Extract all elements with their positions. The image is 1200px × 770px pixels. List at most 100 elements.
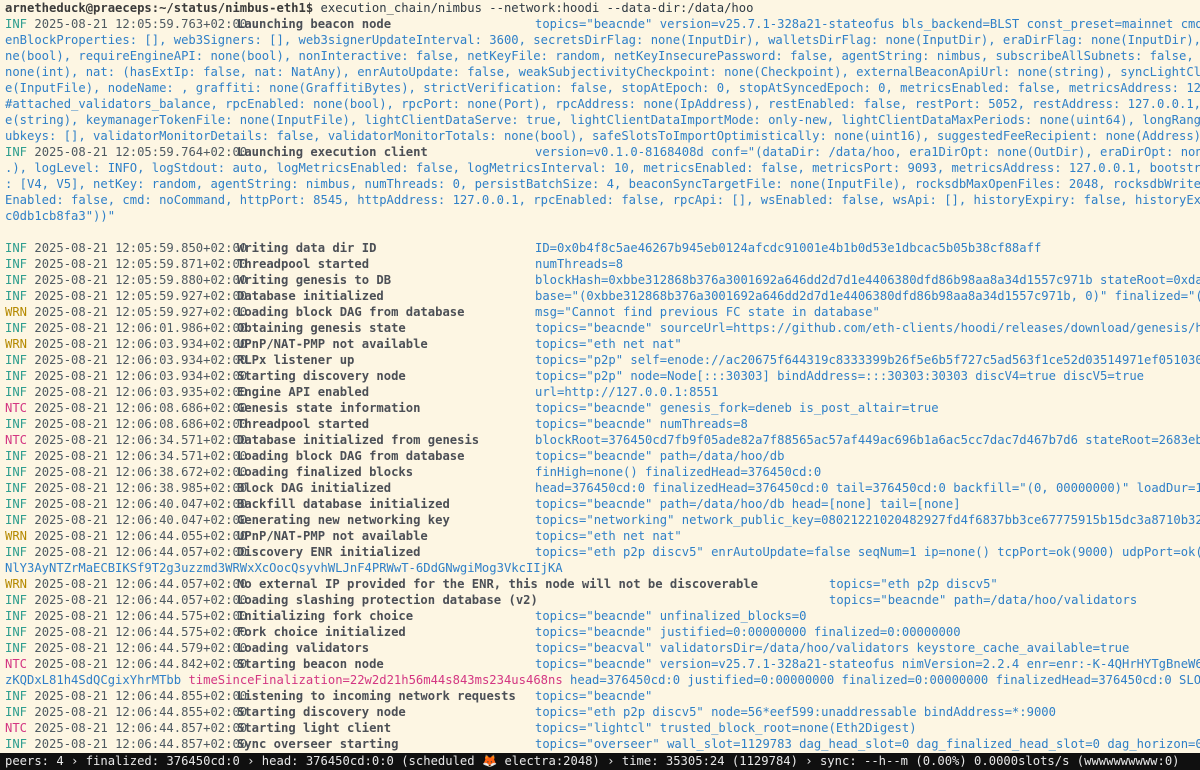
log-fields: msg="Cannot find previous FC state in da… <box>535 305 880 319</box>
log-line: INF 2025-08-21 12:05:59.880+02:00 Writing… <box>5 272 1200 288</box>
log-line: INF 2025-08-21 12:06:03.935+02:00 Engine … <box>5 384 1200 400</box>
log-level: INF <box>5 593 28 607</box>
log-message: Discovery ENR initialized <box>237 545 421 559</box>
log-message: No external IP provided for the ENR, thi… <box>237 577 758 591</box>
log-message: Initializing fork choice <box>237 609 414 623</box>
log-level: INF <box>5 353 28 367</box>
log-timestamp: 2025-08-21 12:06:34.571+02:00 <box>34 433 248 447</box>
log-level: INF <box>5 289 28 303</box>
log-level: INF <box>5 241 28 255</box>
log-fields: topics="p2p" self=enode://ac20675f644319… <box>535 353 1200 367</box>
log-fields: topics="overseer" wall_slot=1129783 dag_… <box>535 737 1200 751</box>
log-timestamp: 2025-08-21 12:06:40.047+02:00 <box>34 513 248 527</box>
log-message: Database initialized from genesis <box>237 433 480 447</box>
log-timestamp: 2025-08-21 12:06:03.934+02:00 <box>34 353 248 367</box>
log-continuation-line: Enabled: false, cmd: noCommand, httpPort… <box>5 193 1200 207</box>
log-message: Writing genesis to DB <box>237 273 392 287</box>
log-timestamp: 2025-08-21 12:06:38.672+02:00 <box>34 465 248 479</box>
log-fields: topics="beacnde" sourceUrl=https://githu… <box>535 321 1200 335</box>
log-line: INF 2025-08-21 12:05:59.764+02:00 Launchi… <box>5 144 1200 160</box>
log-line: INF 2025-08-21 12:06:03.934+02:00 Startin… <box>5 368 1200 384</box>
status-bar: peers: 4 › finalized: 376450cd:0 › head:… <box>0 753 1200 770</box>
log-timestamp: 2025-08-21 12:05:59.927+02:00 <box>34 305 248 319</box>
log-line: INF 2025-08-21 12:06:40.047+02:00 Backfil… <box>5 496 1200 512</box>
log-level: WRN <box>5 337 28 351</box>
log-level: INF <box>5 321 28 335</box>
log-message: Genesis state information <box>237 401 421 415</box>
log-fields: blockRoot=376450cd7fb9f05ade82a7f88565ac… <box>535 433 1200 447</box>
log-line: WRN 2025-08-21 12:06:44.057+02:00 No exte… <box>5 576 1200 592</box>
log-message: Starting light client <box>237 721 392 735</box>
log-message: Loading block DAG from database <box>237 305 465 319</box>
log-level: NTC <box>5 401 28 415</box>
log-line: INF 2025-08-21 12:05:59.850+02:00 Writing… <box>5 240 1200 256</box>
log-level: INF <box>5 369 28 383</box>
log-level: INF <box>5 689 28 703</box>
log-message: Writing data dir ID <box>237 241 377 255</box>
log-message: Starting discovery node <box>237 369 406 383</box>
log-message: Starting beacon node <box>237 657 384 671</box>
log-line: WRN 2025-08-21 12:05:59.927+02:00 Loading… <box>5 304 1200 320</box>
log-fields: topics="beacnde" <box>535 689 653 703</box>
log-level: INF <box>5 145 28 159</box>
log-timestamp: 2025-08-21 12:06:01.986+02:00 <box>34 321 248 335</box>
log-line: INF 2025-08-21 12:06:08.686+02:00 Threadp… <box>5 416 1200 432</box>
log-timestamp: 2025-08-21 12:06:44.857+02:00 <box>34 737 248 751</box>
log-level: INF <box>5 513 28 527</box>
log-message: RLPx listener up <box>237 353 355 367</box>
log-message: Fork choice initialized <box>237 625 406 639</box>
log-message: UPnP/NAT-PMP not available <box>237 529 428 543</box>
log-timestamp: 2025-08-21 12:06:44.057+02:00 <box>34 593 248 607</box>
log-fields: numThreads=8 <box>535 257 624 271</box>
log-level: NTC <box>5 657 28 671</box>
log-line: INF 2025-08-21 12:05:59.763+02:00 Launchi… <box>5 16 1200 32</box>
log-fields: topics="eth net nat" <box>535 337 682 351</box>
log-message: Threadpool started <box>237 417 370 431</box>
log-message: Generating new networking key <box>237 513 450 527</box>
log-fields: topics="eth p2p discv5" <box>829 577 998 591</box>
log-continuation-line: .), logLevel: INFO, logStdout: auto, log… <box>5 161 1200 175</box>
log-fields: topics="beacnde" genesis_fork=deneb is_p… <box>535 401 939 415</box>
log-fields: topics="beacnde" path=/data/hoo/db head=… <box>535 497 961 511</box>
log-fields: topics="beacnde" version=v25.7.1-328a21-… <box>535 657 1200 671</box>
log-line: WRN 2025-08-21 12:06:44.055+02:00 UPnP/NA… <box>5 528 1200 544</box>
log-timestamp: 2025-08-21 12:06:44.855+02:00 <box>34 689 248 703</box>
log-level: INF <box>5 545 28 559</box>
log-message: Starting discovery node <box>237 705 406 719</box>
log-fields: version=v0.1.0-8168408d conf="(dataDir: … <box>535 145 1200 159</box>
log-line: INF 2025-08-21 12:06:34.571+02:00 Loading… <box>5 448 1200 464</box>
log-level: NTC <box>5 721 28 735</box>
log-timestamp: 2025-08-21 12:06:03.934+02:00 <box>34 337 248 351</box>
log-message: UPnP/NAT-PMP not available <box>237 337 428 351</box>
log-level: INF <box>5 641 28 655</box>
log-continuation-line: : [V4, V5], netKey: random, agentString:… <box>5 177 1200 191</box>
log-continuation-line: zKQDxL81h4SdQCgixYhrMTbb timeSinceFinali… <box>5 672 1200 688</box>
log-fields: topics="lightcl" trusted_block_root=none… <box>535 721 917 735</box>
terminal-output[interactable]: arnetheduck@praeceps:~/status/nimbus-eth… <box>0 0 1200 753</box>
log-timestamp: 2025-08-21 12:05:59.764+02:00 <box>34 145 248 159</box>
log-timestamp: 2025-08-21 12:06:44.055+02:00 <box>34 529 248 543</box>
log-fields: topics="eth p2p discv5" node=56*eef599:u… <box>535 705 1056 719</box>
log-message: Threadpool started <box>237 257 370 271</box>
log-line: NTC 2025-08-21 12:06:34.571+02:00 Databas… <box>5 432 1200 448</box>
log-level: INF <box>5 257 28 271</box>
log-level: INF <box>5 497 28 511</box>
log-continuation-line: NlY3AyNTZrMaECBIKSf9T2g3uzzmd3WRWxXcOocQ… <box>5 561 563 575</box>
log-level: INF <box>5 385 28 399</box>
log-fields: ID=0x0b4f8c5ae46267b945eb0124afcdc91001e… <box>535 241 1042 255</box>
log-timestamp: 2025-08-21 12:06:44.057+02:00 <box>34 577 248 591</box>
log-timestamp: 2025-08-21 12:06:38.985+02:00 <box>34 481 248 495</box>
log-fields: topics="p2p" node=Node[:::30303] bindAdd… <box>535 369 1145 383</box>
log-level: NTC <box>5 433 28 447</box>
log-continuation-line: e(string), keymanagerTokenFile: none(Inp… <box>5 113 1200 127</box>
log-message: Block DAG initialized <box>237 481 392 495</box>
log-continuation-enr: zKQDxL81h4SdQCgixYhrMTbb <box>5 673 182 687</box>
fox-icon: 🦊 <box>481 754 498 768</box>
log-level: INF <box>5 737 28 751</box>
log-line: INF 2025-08-21 12:06:38.985+02:00 Block D… <box>5 480 1200 496</box>
log-timestamp: 2025-08-21 12:06:44.855+02:00 <box>34 705 248 719</box>
log-timestamp: 2025-08-21 12:06:08.686+02:00 <box>34 401 248 415</box>
log-timestamp: 2025-08-21 12:06:44.579+02:00 <box>34 641 248 655</box>
log-fields: topics="beacval" validatorsDir=/data/hoo… <box>535 641 1130 655</box>
log-message: Listening to incoming network requests <box>237 689 516 703</box>
